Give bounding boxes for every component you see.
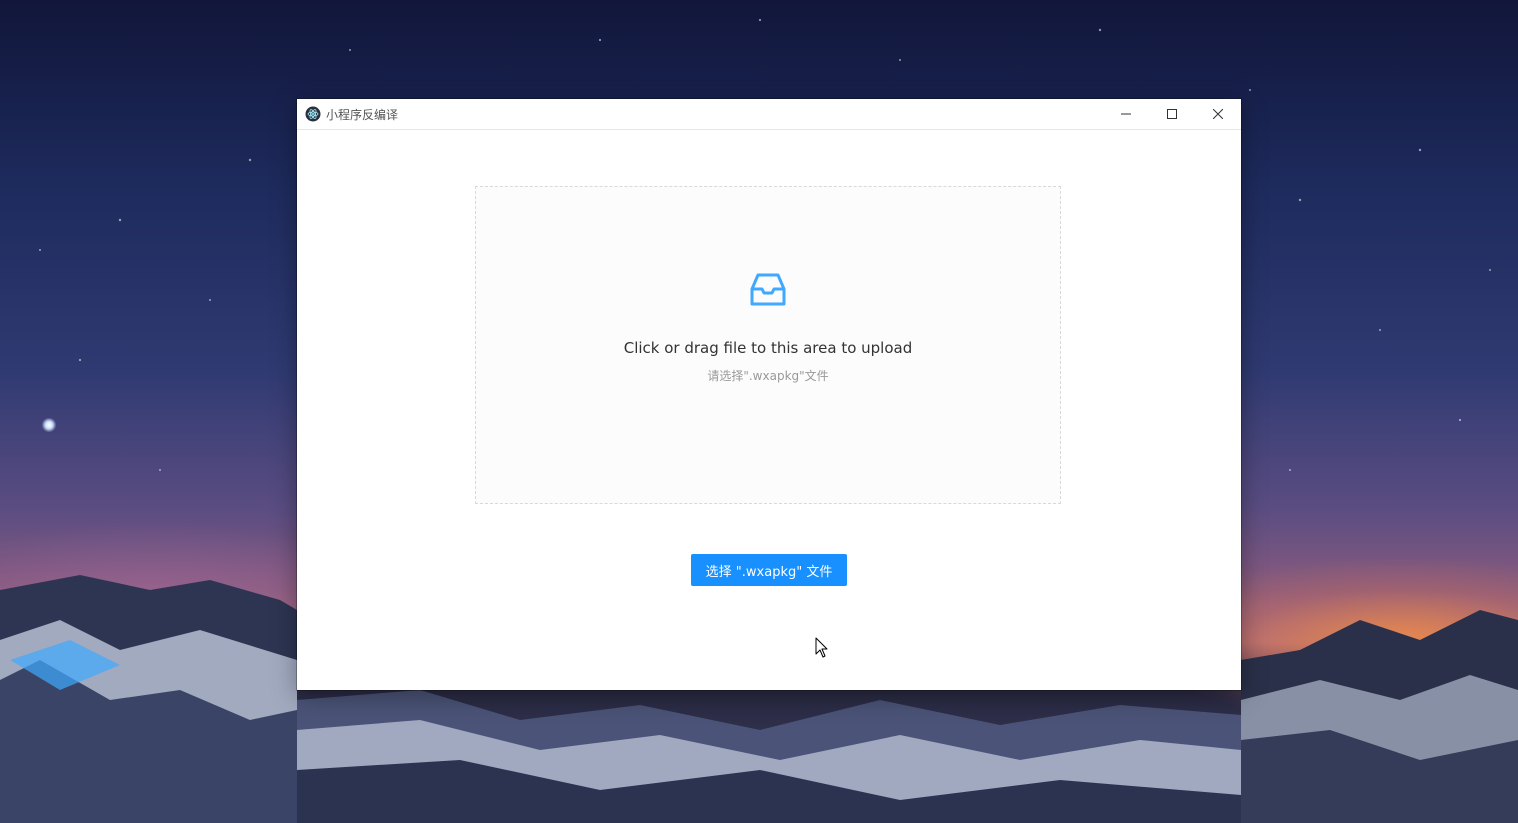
close-button[interactable] — [1195, 99, 1241, 129]
mouse-cursor-icon — [815, 637, 828, 658]
window-controls — [1103, 99, 1241, 129]
upload-title: Click or drag file to this area to uploa… — [623, 339, 913, 357]
close-icon — [1213, 109, 1223, 119]
minimize-icon — [1121, 113, 1131, 115]
upload-hint: 请选择".wxapkg"文件 — [707, 369, 829, 383]
app-window: 小程序反编译 Click or drag file to this area t… — [297, 99, 1241, 690]
select-wxapkg-button[interactable]: 选择 ".wxapkg" 文件 — [691, 554, 847, 586]
maximize-icon — [1167, 109, 1177, 119]
minimize-button[interactable] — [1103, 99, 1149, 129]
maximize-button[interactable] — [1149, 99, 1195, 129]
upload-dropzone[interactable]: Click or drag file to this area to uploa… — [475, 186, 1061, 504]
window-title: 小程序反编译 — [326, 107, 399, 122]
electron-app-icon — [305, 106, 321, 122]
window-titlebar[interactable]: 小程序反编译 — [297, 99, 1241, 130]
inbox-icon — [750, 273, 786, 306]
